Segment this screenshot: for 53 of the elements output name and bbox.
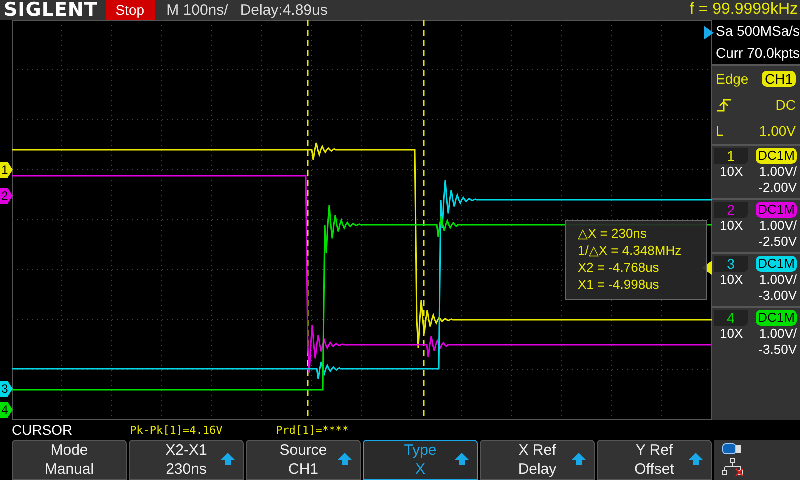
offset-label: -2.00V <box>758 180 797 196</box>
softkey-button[interactable]: Y Ref Offset <box>597 440 712 480</box>
softkey-button[interactable]: X2-X1 230ns <box>129 440 244 480</box>
rising-edge-icon <box>716 97 732 113</box>
channel-number: 4 <box>714 310 748 326</box>
channel-number: 1 <box>714 148 748 164</box>
cursor-readout-text: X2 = -4.768us <box>578 259 660 276</box>
run-state-badge[interactable]: Stop <box>106 0 155 20</box>
offset-label: -3.50V <box>758 342 797 358</box>
coupling-badge: DC1M <box>756 148 797 164</box>
coupling-badge: DC1M <box>756 202 797 218</box>
softkey-button[interactable]: X Ref Delay <box>480 440 595 480</box>
measurement-readout: Pk-Pk[1]=4.16V <box>130 424 224 436</box>
brand-logo: SIGLENT <box>4 0 98 21</box>
menu-title: CURSOR <box>12 422 74 438</box>
probe-label: 10X <box>720 326 744 342</box>
softkey-button[interactable]: Type X <box>363 440 478 480</box>
trigger-coupling-label: DC <box>776 97 796 113</box>
measurement-readout: Prd[1]=**** <box>276 424 350 436</box>
network-disconnected-icon <box>722 458 744 476</box>
probe-label: 10X <box>720 272 744 288</box>
scale-label: 1.00V/ <box>759 326 797 342</box>
channel-number: 2 <box>714 202 748 218</box>
scale-label: 1.00V/ <box>759 272 797 288</box>
memory-depth-label: Curr 70.0kpts <box>712 42 800 64</box>
trigger-position-icon <box>704 26 714 40</box>
coupling-badge: DC1M <box>756 310 797 326</box>
coupling-badge: DC1M <box>756 256 797 272</box>
scale-label: 1.00V/ <box>759 218 797 234</box>
trigger-source-badge: CH1 <box>762 71 796 87</box>
usb-drive-icon <box>722 443 742 455</box>
cursor-readout-text: △X = 230ns <box>578 225 648 242</box>
probe-label: 10X <box>720 164 744 180</box>
channel-marker[interactable]: 4 <box>0 402 13 418</box>
channel-marker[interactable]: 2 <box>0 188 13 204</box>
offset-label: -3.00V <box>758 288 797 304</box>
timebase-label: M 100ns/ <box>166 2 228 18</box>
trigger-level-label: L <box>716 123 724 139</box>
channel-marker[interactable]: 3 <box>0 381 13 397</box>
softkey-button[interactable]: Mode Manual <box>12 440 127 480</box>
sample-rate-label: Sa 500MSa/s <box>712 20 800 42</box>
probe-label: 10X <box>720 218 744 234</box>
delay-label: Delay:4.89us <box>240 2 328 18</box>
softkey-button[interactable]: Source CH1 <box>246 440 361 480</box>
offset-label: -2.50V <box>758 234 797 250</box>
channel-number: 3 <box>714 256 748 272</box>
cursor-readout-text: X1 = -4.998us <box>578 276 660 293</box>
frequency-readout: f = 99.9999kHz <box>690 1 799 19</box>
trigger-level-value: 1.00V <box>759 123 796 139</box>
scale-label: 1.00V/ <box>759 164 797 180</box>
trigger-type-label: Edge <box>716 71 749 87</box>
channel-marker[interactable]: 1 <box>0 162 13 178</box>
cursor-readout-text: 1/△X = 4.348MHz <box>578 242 683 259</box>
